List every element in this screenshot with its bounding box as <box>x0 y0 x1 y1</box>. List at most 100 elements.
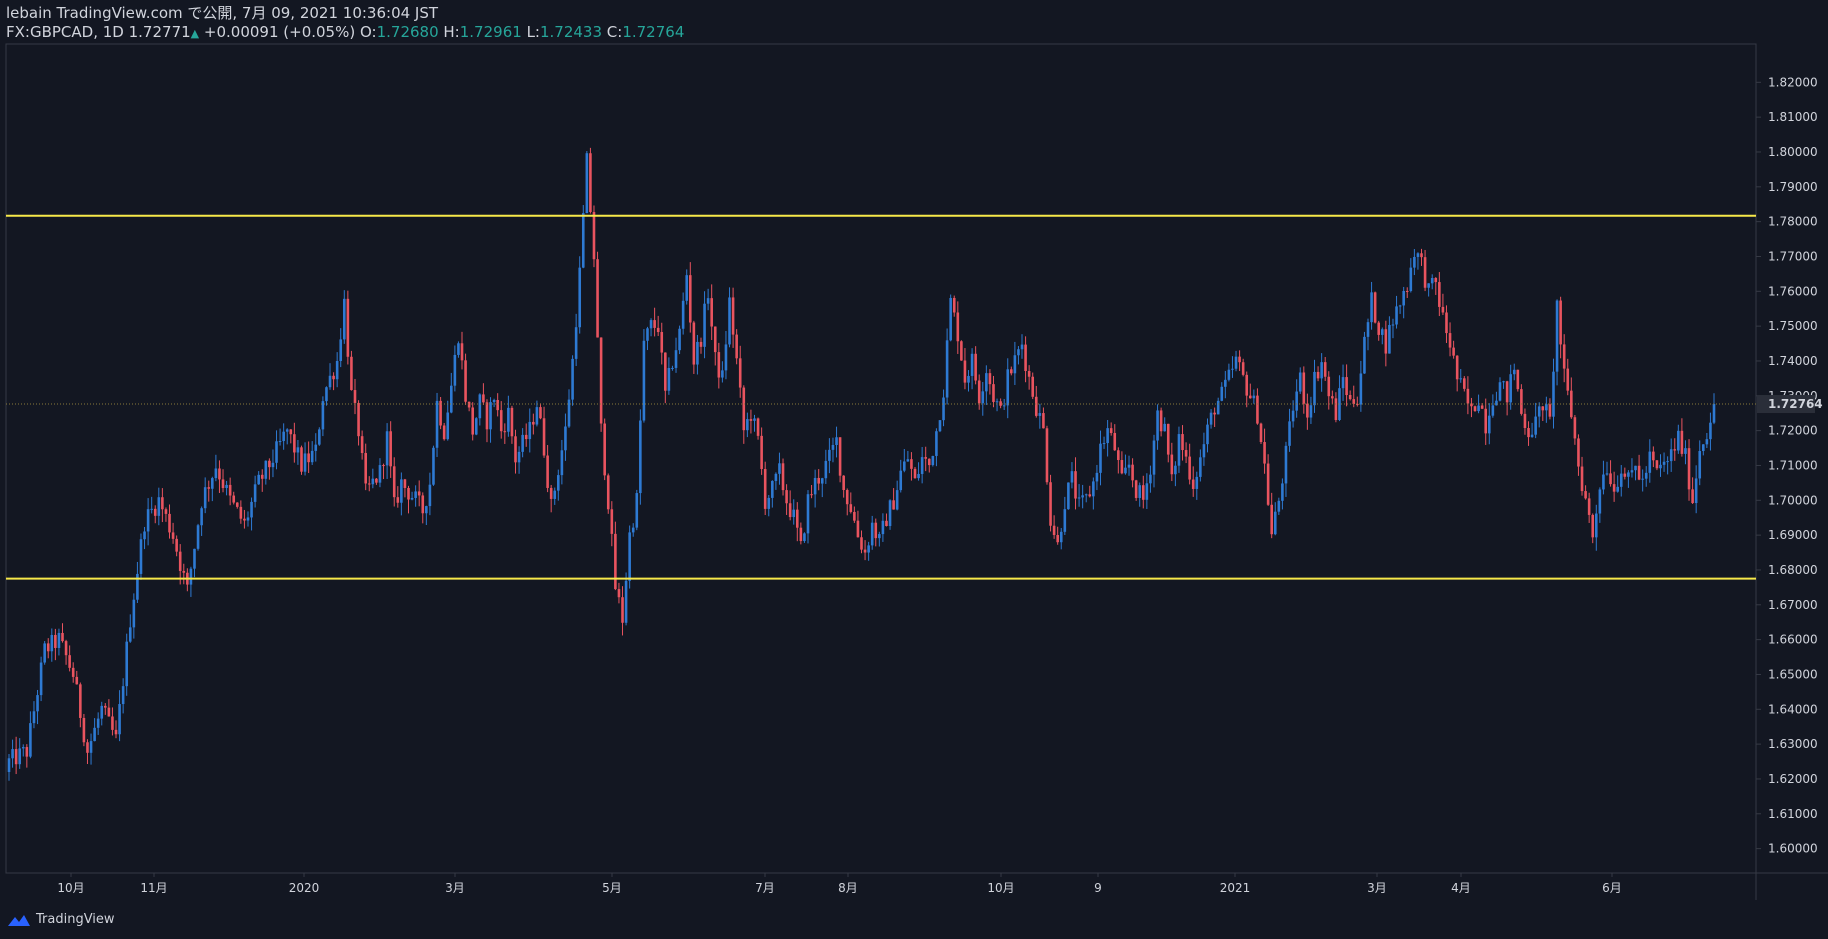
candle-body <box>1662 461 1666 465</box>
candle-body <box>296 447 300 453</box>
candle-body <box>692 322 696 365</box>
candle-body <box>1034 396 1038 416</box>
candle-body <box>507 407 510 432</box>
candle-body <box>892 500 895 510</box>
candle-body <box>460 343 464 361</box>
candle-body <box>303 453 307 472</box>
candle-body <box>574 327 578 359</box>
candle-body <box>1455 355 1459 380</box>
candle-body <box>935 431 938 456</box>
candle-body <box>842 475 845 491</box>
candle-body <box>1077 497 1081 499</box>
candle-body <box>1363 336 1366 374</box>
candle-body <box>1127 464 1131 468</box>
candle-body <box>610 509 614 534</box>
candle-body <box>442 425 446 440</box>
candle-body <box>810 494 813 496</box>
candle-body <box>36 695 39 712</box>
candle-body <box>1006 369 1010 406</box>
candle-body <box>342 298 346 340</box>
candle-body <box>963 360 967 383</box>
candle-body <box>1281 483 1284 501</box>
candle-body <box>367 483 371 485</box>
candle-body <box>1694 478 1698 504</box>
candle-body <box>125 641 129 687</box>
candle-body <box>1559 300 1562 345</box>
price-tick-label: 1.78000 <box>1768 215 1818 229</box>
candle-body <box>1259 423 1263 443</box>
time-tick-label: 3月 <box>445 881 465 895</box>
candle-body <box>485 402 489 430</box>
candle-body <box>1266 463 1270 505</box>
candle-body <box>717 352 721 378</box>
candle-body <box>785 490 788 504</box>
candle-body <box>1434 278 1438 283</box>
candle-body <box>535 407 539 425</box>
candle-body <box>753 418 756 421</box>
candle-body <box>1677 430 1680 451</box>
candle-body <box>178 551 182 571</box>
price-axis[interactable]: 1.60000 1.61000 1.62000 1.63000 1.64000 1.650… <box>1756 75 1818 856</box>
candle-body <box>385 431 389 466</box>
candle-body <box>200 508 203 526</box>
current-price-tag-text: 1.72764 <box>1768 397 1823 411</box>
candle-body <box>189 568 193 585</box>
candle-body <box>1527 428 1530 438</box>
candle-body <box>1227 369 1231 380</box>
candle-body <box>1099 443 1102 473</box>
candle-body <box>1634 465 1637 471</box>
candle-body <box>1170 454 1174 475</box>
candle-body <box>660 332 664 353</box>
candle-body <box>139 539 143 574</box>
candle-body <box>749 419 753 421</box>
candle-body <box>1302 372 1306 404</box>
candle-body <box>403 479 407 488</box>
current-price-tag: 1.72764 <box>1757 395 1823 414</box>
candle-body <box>1701 444 1705 452</box>
candle-body <box>1641 478 1644 480</box>
candle-body <box>1609 473 1612 485</box>
candle-body <box>446 412 450 440</box>
time-axis[interactable]: 10月 11月 2020 3月 5月 7月 8月 10月 9 2021 3月 4月 6月 <box>57 873 1622 895</box>
candle-body <box>1316 371 1320 379</box>
candle-body <box>471 407 475 435</box>
plot-area[interactable] <box>5 43 1757 874</box>
candle-body <box>603 423 606 476</box>
candle-body <box>920 457 924 474</box>
candle-body <box>1038 413 1042 416</box>
candle-body <box>706 298 710 304</box>
candle-body <box>1059 531 1063 543</box>
candle-body <box>14 749 18 765</box>
candle-body <box>549 487 553 499</box>
candle-body <box>1320 362 1323 379</box>
candle-body <box>1348 395 1352 400</box>
candle-body <box>71 667 75 677</box>
candle-body <box>225 484 228 489</box>
candle-body <box>1555 300 1559 372</box>
candle-body <box>1020 344 1024 350</box>
candle-body <box>781 463 785 491</box>
candle-body <box>193 548 196 569</box>
footer-brand[interactable]: TradingView <box>6 912 115 927</box>
candle-body <box>392 466 396 498</box>
candle-body <box>50 634 54 652</box>
candle-body <box>870 522 874 546</box>
candle-body <box>849 504 853 512</box>
candle-body <box>885 520 888 527</box>
candle-body <box>1024 344 1027 372</box>
time-tick-label: 4月 <box>1451 881 1471 895</box>
candle-body <box>1220 386 1224 401</box>
candle-body <box>325 387 328 402</box>
time-tick-label: 8月 <box>838 881 858 895</box>
candle-body <box>503 431 507 433</box>
candle-body <box>949 297 952 341</box>
candle-body <box>1092 481 1095 497</box>
candle-body <box>981 391 985 404</box>
candle-body <box>771 480 774 498</box>
time-tick-label: 10月 <box>987 881 1014 895</box>
candle-body <box>931 455 935 466</box>
price-chart[interactable]: 1.60000 1.61000 1.62000 1.63000 1.64000 1.650… <box>0 0 1828 939</box>
candle-body <box>489 402 492 430</box>
candle-body <box>314 444 318 451</box>
candle-body <box>350 356 353 391</box>
